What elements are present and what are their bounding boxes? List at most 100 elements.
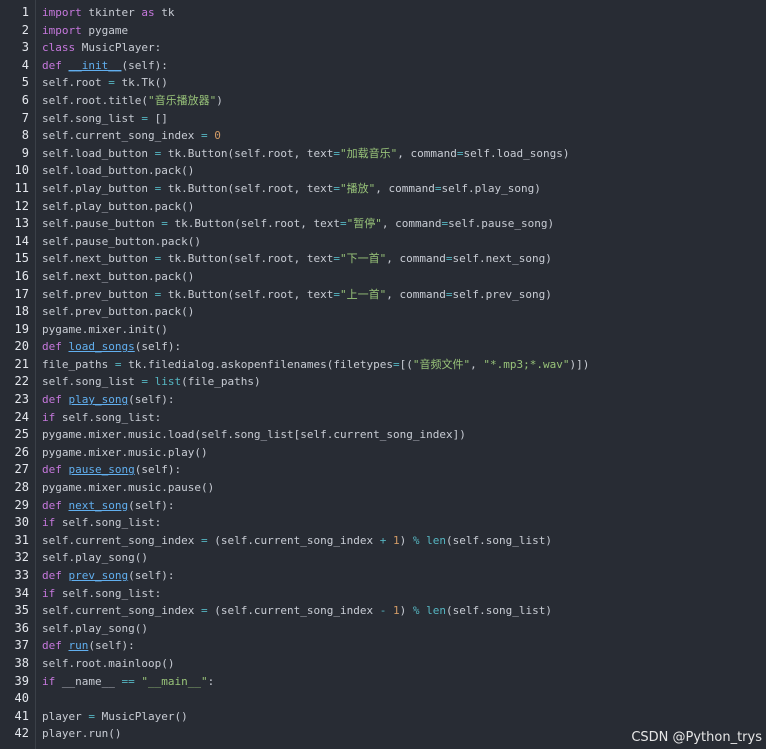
code-token: self.root [42, 76, 109, 90]
code-token: self.play_song() [42, 551, 148, 565]
code-token: (self): [88, 639, 135, 653]
code-line: 36 self.play_song() [0, 620, 766, 638]
code-line: 19 pygame.mixer.init() [0, 321, 766, 339]
code-token: self.play_song) [441, 181, 541, 195]
code-token: (self): [134, 340, 182, 354]
code-token: (self): [128, 498, 175, 512]
code-text: def run(self): [42, 637, 135, 655]
code-line: 26 pygame.mixer.music.play() [0, 444, 766, 462]
code-line: 29 def next_song(self): [0, 497, 766, 515]
code-token: , command [375, 181, 435, 195]
code-line: 8 self.current_song_index = 0 [0, 127, 766, 145]
code-token: __init__ [68, 58, 122, 72]
code-token: self.next_button.pack() [42, 269, 195, 283]
code-token: def [42, 569, 62, 582]
code-line: 30 if self.song_list: [0, 514, 766, 532]
code-text: self.root = tk.Tk() [42, 74, 168, 92]
code-token: self.song_list: [55, 586, 162, 600]
code-token: = [456, 146, 464, 160]
code-line: 32 self.play_song() [0, 549, 766, 567]
code-line: 3 class MusicPlayer: [0, 39, 766, 57]
code-line: 35 self.current_song_index = (self.curren… [0, 602, 766, 620]
code-line: 14 self.pause_button.pack() [0, 233, 766, 251]
code-text: self.play_song() [42, 620, 148, 638]
code-text: pygame.mixer.music.play() [42, 444, 208, 462]
code-token: % [412, 604, 420, 618]
code-line: 18 self.prev_button.pack() [0, 303, 766, 321]
code-token: pygame.mixer.music.pause() [42, 481, 215, 495]
code-text: player.run() [42, 725, 121, 743]
code-token: MusicPlayer() [94, 709, 188, 723]
code-text: self.song_list = list(file_paths) [42, 373, 261, 391]
watermark: CSDN @Python_trys [631, 730, 762, 745]
code-token: self.song_list: [55, 516, 162, 530]
code-token: load_songs [68, 340, 135, 354]
code-token: play_song [68, 393, 129, 407]
code-text: import tkinter as tk [42, 4, 174, 22]
code-token: tk.Button(self.root, text [167, 217, 341, 231]
code-token: if [42, 674, 56, 688]
code-token: = [141, 375, 148, 389]
code-text: if self.song_list: [42, 585, 161, 603]
code-text: def load_songs(self): [42, 338, 181, 356]
code-line: 23 def play_song(self): [0, 391, 766, 409]
code-text: self.load_button = tk.Button(self.root, … [42, 145, 569, 163]
code-token: "上一首" [340, 287, 387, 301]
code-token: def [42, 639, 62, 653]
code-token: tkinter [81, 6, 142, 19]
code-text: player = MusicPlayer() [42, 708, 188, 726]
code-line: 5 self.root = tk.Tk() [0, 74, 766, 92]
code-token: self.prev_button.pack() [42, 305, 195, 319]
code-token: tk.Button(self.root, text [161, 287, 334, 301]
code-line: 20 def load_songs(self): [0, 338, 766, 356]
code-token: )]) [569, 357, 590, 371]
code-line: 16 self.next_button.pack() [0, 268, 766, 286]
code-line: 33 def prev_song(self): [0, 567, 766, 585]
code-token: == [121, 674, 135, 688]
code-text: import pygame [42, 22, 128, 40]
code-line: 34 if self.song_list: [0, 585, 766, 603]
code-line: 25 pygame.mixer.music.load(self.song_list… [0, 426, 766, 444]
code-token: self.next_song) [452, 252, 552, 266]
code-text: if self.song_list: [42, 514, 161, 532]
code-token: = [88, 709, 95, 723]
code-line: 40 [0, 690, 766, 708]
code-token: = [200, 129, 208, 143]
code-line: 28 pygame.mixer.music.pause() [0, 479, 766, 497]
code-token: = [141, 111, 148, 125]
code-token: = [393, 357, 400, 371]
code-line: 27 def pause_song(self): [0, 461, 766, 479]
code-token: if [42, 586, 56, 600]
code-line: 41 player = MusicPlayer() [0, 708, 766, 726]
code-token: self.current_song_index [42, 533, 201, 547]
code-text: self.current_song_index = (self.current_… [42, 602, 552, 620]
code-token: = [340, 217, 347, 231]
code-text: if self.song_list: [42, 409, 161, 427]
code-text: self.root.mainloop() [42, 655, 174, 673]
code-token: = [108, 76, 115, 90]
code-token: pygame.mixer.init() [42, 322, 168, 336]
code-text: def next_song(self): [42, 497, 174, 515]
code-editor[interactable]: 1 import tkinter as tk 2 import pygame 3 clas… [0, 0, 766, 749]
code-token: , command [386, 252, 446, 266]
code-token: if [42, 410, 56, 424]
code-token: tk.Button(self.root, text [161, 252, 334, 266]
code-line: 31 self.current_song_index = (self.curren… [0, 532, 766, 550]
code-token: def [42, 463, 62, 477]
code-token: self.pause_button [42, 217, 162, 231]
code-token: import [42, 23, 82, 37]
code-token: , command [386, 287, 446, 301]
code-token: (file_paths) [181, 375, 261, 389]
code-token: = [445, 252, 453, 266]
code-token: self.root.mainloop() [42, 656, 175, 670]
code-text: self.current_song_index = (self.current_… [42, 532, 552, 550]
code-line: 22 self.song_list = list(file_paths) [0, 373, 766, 391]
code-token: as [141, 6, 155, 19]
code-token: self.song_list [42, 111, 142, 125]
code-token: , command [397, 146, 457, 160]
code-token: tk.filedialog.askopenfilenames(filetypes [121, 357, 394, 371]
